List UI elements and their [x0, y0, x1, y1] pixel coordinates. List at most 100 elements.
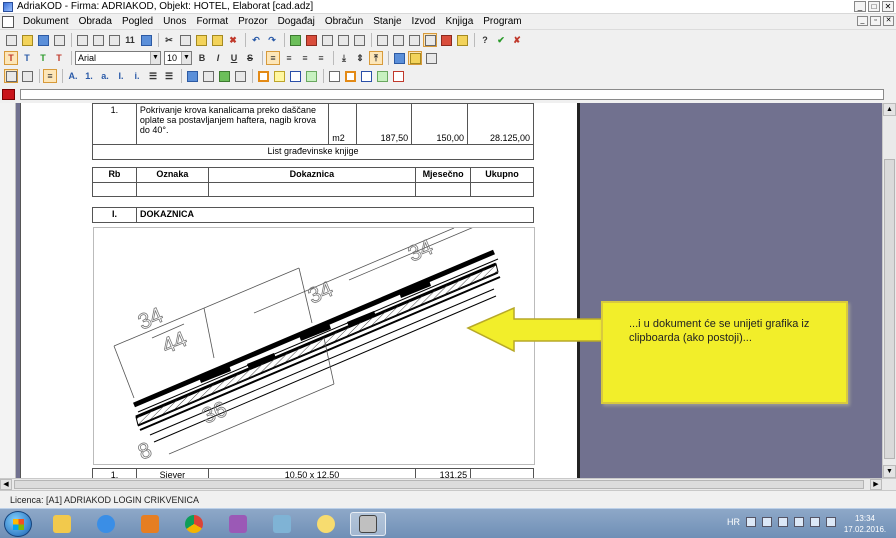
start-button[interactable] [4, 511, 32, 537]
menu-pogled[interactable]: Pogled [117, 16, 158, 27]
bullet-list-icon[interactable]: ☰ [146, 69, 160, 83]
paint-task[interactable] [220, 512, 256, 536]
object-edit-icon[interactable] [20, 69, 34, 83]
clock[interactable]: 13:34 17.02.2016. [840, 513, 890, 535]
font-size-select[interactable]: 10 ▼ [164, 51, 192, 65]
scroll-left-icon[interactable]: ◀ [0, 479, 12, 490]
adriakod-task[interactable] [350, 512, 386, 536]
settings-icon[interactable] [439, 33, 453, 47]
menu-unos[interactable]: Unos [158, 16, 191, 27]
heading-a-icon[interactable]: A. [66, 69, 80, 83]
document-page[interactable]: 1. Pokrivanje krova kanalicama preko daš… [20, 103, 578, 486]
roman-small-i-icon[interactable]: i. [130, 69, 144, 83]
calculator-icon[interactable] [375, 33, 389, 47]
explorer-task[interactable] [44, 512, 80, 536]
align-center-icon[interactable]: ≡ [282, 51, 296, 65]
fill-blue-icon[interactable] [288, 69, 302, 83]
strike-button[interactable]: S [243, 51, 257, 65]
cut-icon[interactable]: ✂ [162, 33, 176, 47]
text-style-2-icon[interactable]: T [20, 51, 34, 65]
delete-icon[interactable]: ✖ [226, 33, 240, 47]
app-task-3[interactable] [308, 512, 344, 536]
menu-obracun[interactable]: Obračun [320, 16, 368, 27]
scroll-right-icon[interactable]: ▶ [870, 479, 882, 490]
vertical-scroll-thumb[interactable] [884, 159, 895, 459]
valign-top-icon[interactable]: ⤒ [369, 51, 383, 65]
align-right-icon[interactable]: ≡ [298, 51, 312, 65]
scroll-down-icon[interactable]: ▼ [883, 465, 896, 478]
grid-icon[interactable] [407, 33, 421, 47]
table-row[interactable]: I. DOKAZNICA [92, 207, 534, 223]
valign-middle-icon[interactable]: ⇕ [353, 51, 367, 65]
object-select-icon[interactable] [4, 69, 18, 83]
doc-restore-button[interactable]: ▫ [870, 16, 881, 26]
fill-green-icon[interactable] [304, 69, 318, 83]
table-row[interactable] [92, 182, 534, 197]
volume-icon[interactable] [826, 517, 836, 527]
vertical-scrollbar[interactable]: ▲ ▼ [882, 103, 896, 478]
home-icon[interactable] [304, 33, 318, 47]
maximize-button[interactable]: □ [868, 1, 880, 12]
chrome-task[interactable] [176, 512, 212, 536]
doc-minimize-button[interactable]: _ [857, 16, 868, 26]
pencil-icon[interactable] [408, 51, 422, 65]
menu-izvod[interactable]: Izvod [407, 16, 441, 27]
border-blue-icon[interactable] [359, 69, 373, 83]
page-number-icon[interactable]: 11 [123, 33, 137, 47]
language-indicator[interactable]: HR [727, 517, 740, 527]
align-justify-icon[interactable]: ≡ [314, 51, 328, 65]
table-icon[interactable] [352, 33, 366, 47]
text-input-field[interactable] [20, 88, 884, 100]
border-none-icon[interactable] [327, 69, 341, 83]
redo-icon[interactable]: ↷ [265, 33, 279, 47]
document-icon[interactable] [2, 15, 14, 28]
menu-program[interactable]: Program [478, 16, 526, 27]
new-document-icon[interactable] [4, 33, 18, 47]
open-folder-icon[interactable] [20, 33, 34, 47]
insert-table-icon[interactable] [185, 69, 199, 83]
menu-format[interactable]: Format [191, 16, 233, 27]
save-icon[interactable] [36, 33, 50, 47]
scroll-up-icon[interactable]: ▲ [883, 103, 896, 116]
border-orange-icon[interactable] [256, 69, 270, 83]
tray-icon[interactable] [794, 517, 804, 527]
undo-icon[interactable]: ↶ [249, 33, 263, 47]
insert-picture-icon[interactable] [217, 69, 231, 83]
menu-stanje[interactable]: Stanje [368, 16, 406, 27]
help-icon[interactable]: ? [478, 33, 492, 47]
roman-i-icon[interactable]: I. [114, 69, 128, 83]
refresh-icon[interactable] [288, 33, 302, 47]
paste-special-icon[interactable] [210, 33, 224, 47]
ie-task[interactable] [88, 512, 124, 536]
text-style-icon[interactable]: T [4, 51, 18, 65]
border-orange-2-icon[interactable] [343, 69, 357, 83]
doc-close-button[interactable]: ✕ [883, 16, 894, 26]
zoom-icon[interactable] [107, 33, 121, 47]
italic-button[interactable]: I [211, 51, 225, 65]
minimize-button[interactable]: _ [854, 1, 866, 12]
fill-yellow-icon[interactable] [272, 69, 286, 83]
table-row[interactable]: 1. Pokrivanje krova kanalicama preko daš… [92, 103, 534, 145]
horizontal-scrollbar[interactable]: ◀ ▶ [0, 478, 896, 490]
align-left-icon[interactable]: ≡ [266, 51, 280, 65]
numbering-1-icon[interactable]: 1. [82, 69, 96, 83]
media-player-task[interactable] [132, 512, 168, 536]
menu-dogadaj[interactable]: Događaj [273, 16, 320, 27]
font-name-select[interactable]: Arial ▼ [75, 51, 161, 65]
app-task-2[interactable] [264, 512, 300, 536]
border-red-icon[interactable] [391, 69, 405, 83]
fill-color-icon[interactable] [392, 51, 406, 65]
insert-chart-icon[interactable] [233, 69, 247, 83]
menu-prozor[interactable]: Prozor [233, 16, 272, 27]
preview-icon[interactable] [75, 33, 89, 47]
find-icon[interactable] [91, 33, 105, 47]
delete-row-icon[interactable] [336, 33, 350, 47]
check-icon[interactable]: ✔ [494, 33, 508, 47]
paragraph-icon[interactable]: ≡ [43, 69, 57, 83]
eraser-icon[interactable] [424, 51, 438, 65]
tools-icon[interactable]: ✘ [510, 33, 524, 47]
text-style-3-icon[interactable]: T [36, 51, 50, 65]
close-button[interactable]: ✕ [882, 1, 894, 12]
insert-image-icon[interactable] [201, 69, 215, 83]
print-icon[interactable] [52, 33, 66, 47]
